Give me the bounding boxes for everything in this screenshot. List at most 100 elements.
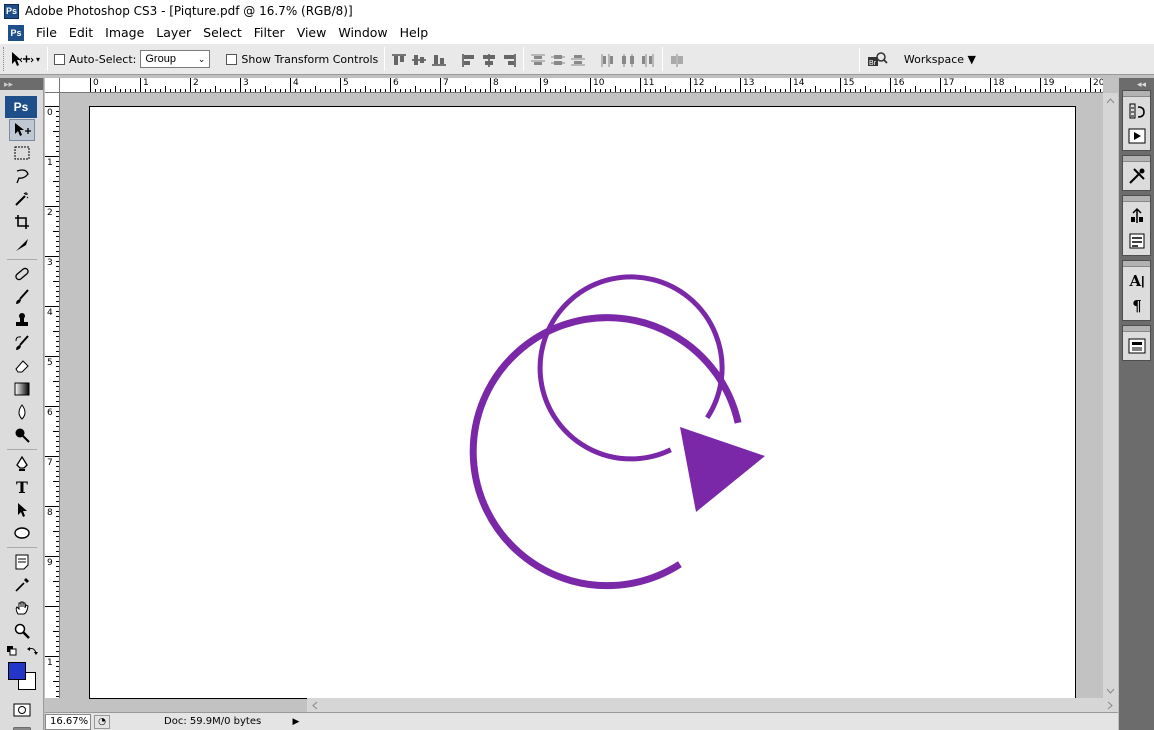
- gradient-tool[interactable]: [9, 378, 35, 400]
- show-transform-checkbox[interactable]: [226, 53, 238, 65]
- auto-select-label: Auto-Select:: [69, 52, 137, 66]
- path-selection-tool[interactable]: [9, 499, 35, 521]
- path-selection-arrow-icon: [18, 503, 27, 517]
- v-ruler-label: 5: [47, 358, 53, 368]
- actions-panel-icon[interactable]: [1126, 125, 1148, 147]
- dodge-tool[interactable]: [9, 424, 35, 446]
- shape-tool[interactable]: [9, 522, 35, 544]
- distribute-top-icon[interactable]: [530, 51, 546, 67]
- vertical-scrollbar[interactable]: [1103, 93, 1118, 698]
- status-menu-arrow-icon[interactable]: ▶: [290, 715, 302, 729]
- tools-panel-header[interactable]: ▸▸: [0, 78, 43, 90]
- marquee-tool[interactable]: [9, 142, 35, 164]
- zoom-level-field[interactable]: 16.67%: [45, 713, 91, 730]
- layer-comps-panel-icon[interactable]: [1126, 335, 1148, 357]
- h-ruler-label: 9: [543, 78, 549, 88]
- brush-tool[interactable]: [9, 286, 35, 308]
- align-left-edges-icon[interactable]: [461, 51, 477, 67]
- slice-tool[interactable]: [9, 234, 35, 256]
- character-panel-icon[interactable]: A |: [1126, 270, 1148, 292]
- horizontal-scrollbar[interactable]: [307, 698, 1118, 713]
- clone-source-panel-icon[interactable]: [1126, 205, 1148, 227]
- default-colors-icon[interactable]: [7, 646, 17, 656]
- distribute-right-icon[interactable]: [640, 51, 656, 67]
- h-ruler-label: 16: [893, 78, 905, 88]
- menu-help[interactable]: Help: [394, 22, 435, 43]
- move-tool[interactable]: [9, 119, 35, 141]
- bridge-icon[interactable]: Br: [866, 51, 888, 69]
- menu-filter[interactable]: Filter: [248, 22, 291, 43]
- document-size-info: Doc: 59.9M/0 bytes: [164, 716, 262, 727]
- tool-preset-picker[interactable]: ▾: [7, 47, 41, 71]
- clone-stamp-tool[interactable]: [9, 309, 35, 331]
- panel-dock-collapse[interactable]: ◂◂: [1119, 78, 1154, 90]
- water-drop-icon: [18, 404, 26, 420]
- align-right-edges-icon[interactable]: [501, 51, 517, 67]
- tool-presets-panel-icon[interactable]: [1126, 165, 1148, 187]
- lasso-tool[interactable]: [9, 165, 35, 187]
- document-canvas[interactable]: [89, 106, 1076, 699]
- hand-tool[interactable]: [9, 597, 35, 619]
- paragraph-panel-icon[interactable]: ¶: [1126, 295, 1148, 317]
- menu-edit[interactable]: Edit: [63, 22, 99, 43]
- zoom-tool[interactable]: [9, 620, 35, 642]
- align-horizontal-centers-icon[interactable]: [481, 51, 497, 67]
- swap-colors-icon[interactable]: [27, 646, 39, 656]
- horizontal-ruler[interactable]: 0 1 2 3 4 5 6 7 8 9 10 11 12 13 14 15 16…: [60, 78, 1103, 93]
- history-panel-icon[interactable]: [1126, 100, 1148, 122]
- healing-brush-tool[interactable]: [9, 263, 35, 285]
- vertical-ruler[interactable]: 0 1 2 3 4 5 6 7 8 9 1: [45, 93, 60, 698]
- history-brush-tool[interactable]: [9, 332, 35, 354]
- magic-wand-tool[interactable]: [9, 188, 35, 210]
- ellipse-shape-icon: [14, 527, 30, 539]
- status-bar: 16.67% ◔ Doc: 59.9M/0 bytes ▶: [45, 712, 1118, 730]
- auto-select-dropdown[interactable]: Group ⌄: [140, 50, 211, 68]
- screen-mode-button[interactable]: [9, 722, 35, 730]
- rectangle-marquee-icon: [14, 146, 30, 160]
- menu-image[interactable]: Image: [99, 22, 150, 43]
- v-ruler-label: 3: [47, 258, 53, 268]
- document-menu-icon[interactable]: Ps: [8, 24, 24, 41]
- menu-window[interactable]: Window: [332, 22, 393, 43]
- distribute-horizontal-centers-icon[interactable]: [620, 51, 636, 67]
- foreground-color-swatch[interactable]: [8, 662, 26, 680]
- panel-group-tools: [1122, 155, 1151, 191]
- menu-view[interactable]: View: [291, 22, 333, 43]
- auto-align-layers-icon[interactable]: [669, 51, 685, 67]
- distribute-bottom-icon[interactable]: [570, 51, 586, 67]
- dodge-icon: [15, 428, 30, 443]
- note-icon: [15, 554, 29, 570]
- quick-mask-icon: [13, 703, 31, 717]
- window-title: Adobe Photoshop CS3 - [Piqture.pdf @ 16.…: [25, 4, 353, 18]
- ruler-origin[interactable]: [45, 78, 60, 93]
- quick-mask-mode-button[interactable]: [9, 699, 35, 721]
- workspace-menu[interactable]: Workspace ▼: [904, 53, 976, 66]
- h-ruler-label: 10: [593, 78, 605, 88]
- brushes-panel-icon[interactable]: [1126, 230, 1148, 252]
- vertical-ruler-ticks: [45, 106, 59, 697]
- menu-layer[interactable]: Layer: [150, 22, 197, 43]
- v-ruler-label: 2: [47, 208, 53, 218]
- type-t-icon: T: [16, 477, 28, 497]
- panel-dock: ◂◂ A | ¶: [1119, 78, 1154, 730]
- align-bottom-edges-icon[interactable]: [431, 51, 447, 67]
- auto-select-checkbox[interactable]: [54, 53, 65, 65]
- notes-tool[interactable]: [9, 551, 35, 573]
- align-top-edges-icon[interactable]: [391, 51, 407, 67]
- menu-select[interactable]: Select: [197, 22, 248, 43]
- v-ruler-label: 6: [47, 408, 53, 418]
- align-vertical-centers-icon[interactable]: [411, 51, 427, 67]
- distribute-left-icon[interactable]: [600, 51, 616, 67]
- distribute-vertical-centers-icon[interactable]: [550, 51, 566, 67]
- scroll-arrows: [312, 701, 1113, 710]
- pen-nib-icon: [16, 456, 28, 471]
- menu-file[interactable]: File: [30, 22, 63, 43]
- type-tool[interactable]: T: [9, 476, 35, 498]
- crop-tool[interactable]: [9, 211, 35, 233]
- v-ruler-label: 1: [47, 158, 53, 168]
- pen-tool[interactable]: [9, 453, 35, 475]
- status-info-icon[interactable]: ◔: [94, 714, 110, 729]
- eraser-tool[interactable]: [9, 355, 35, 377]
- eyedropper-tool[interactable]: [9, 574, 35, 596]
- blur-tool[interactable]: [9, 401, 35, 423]
